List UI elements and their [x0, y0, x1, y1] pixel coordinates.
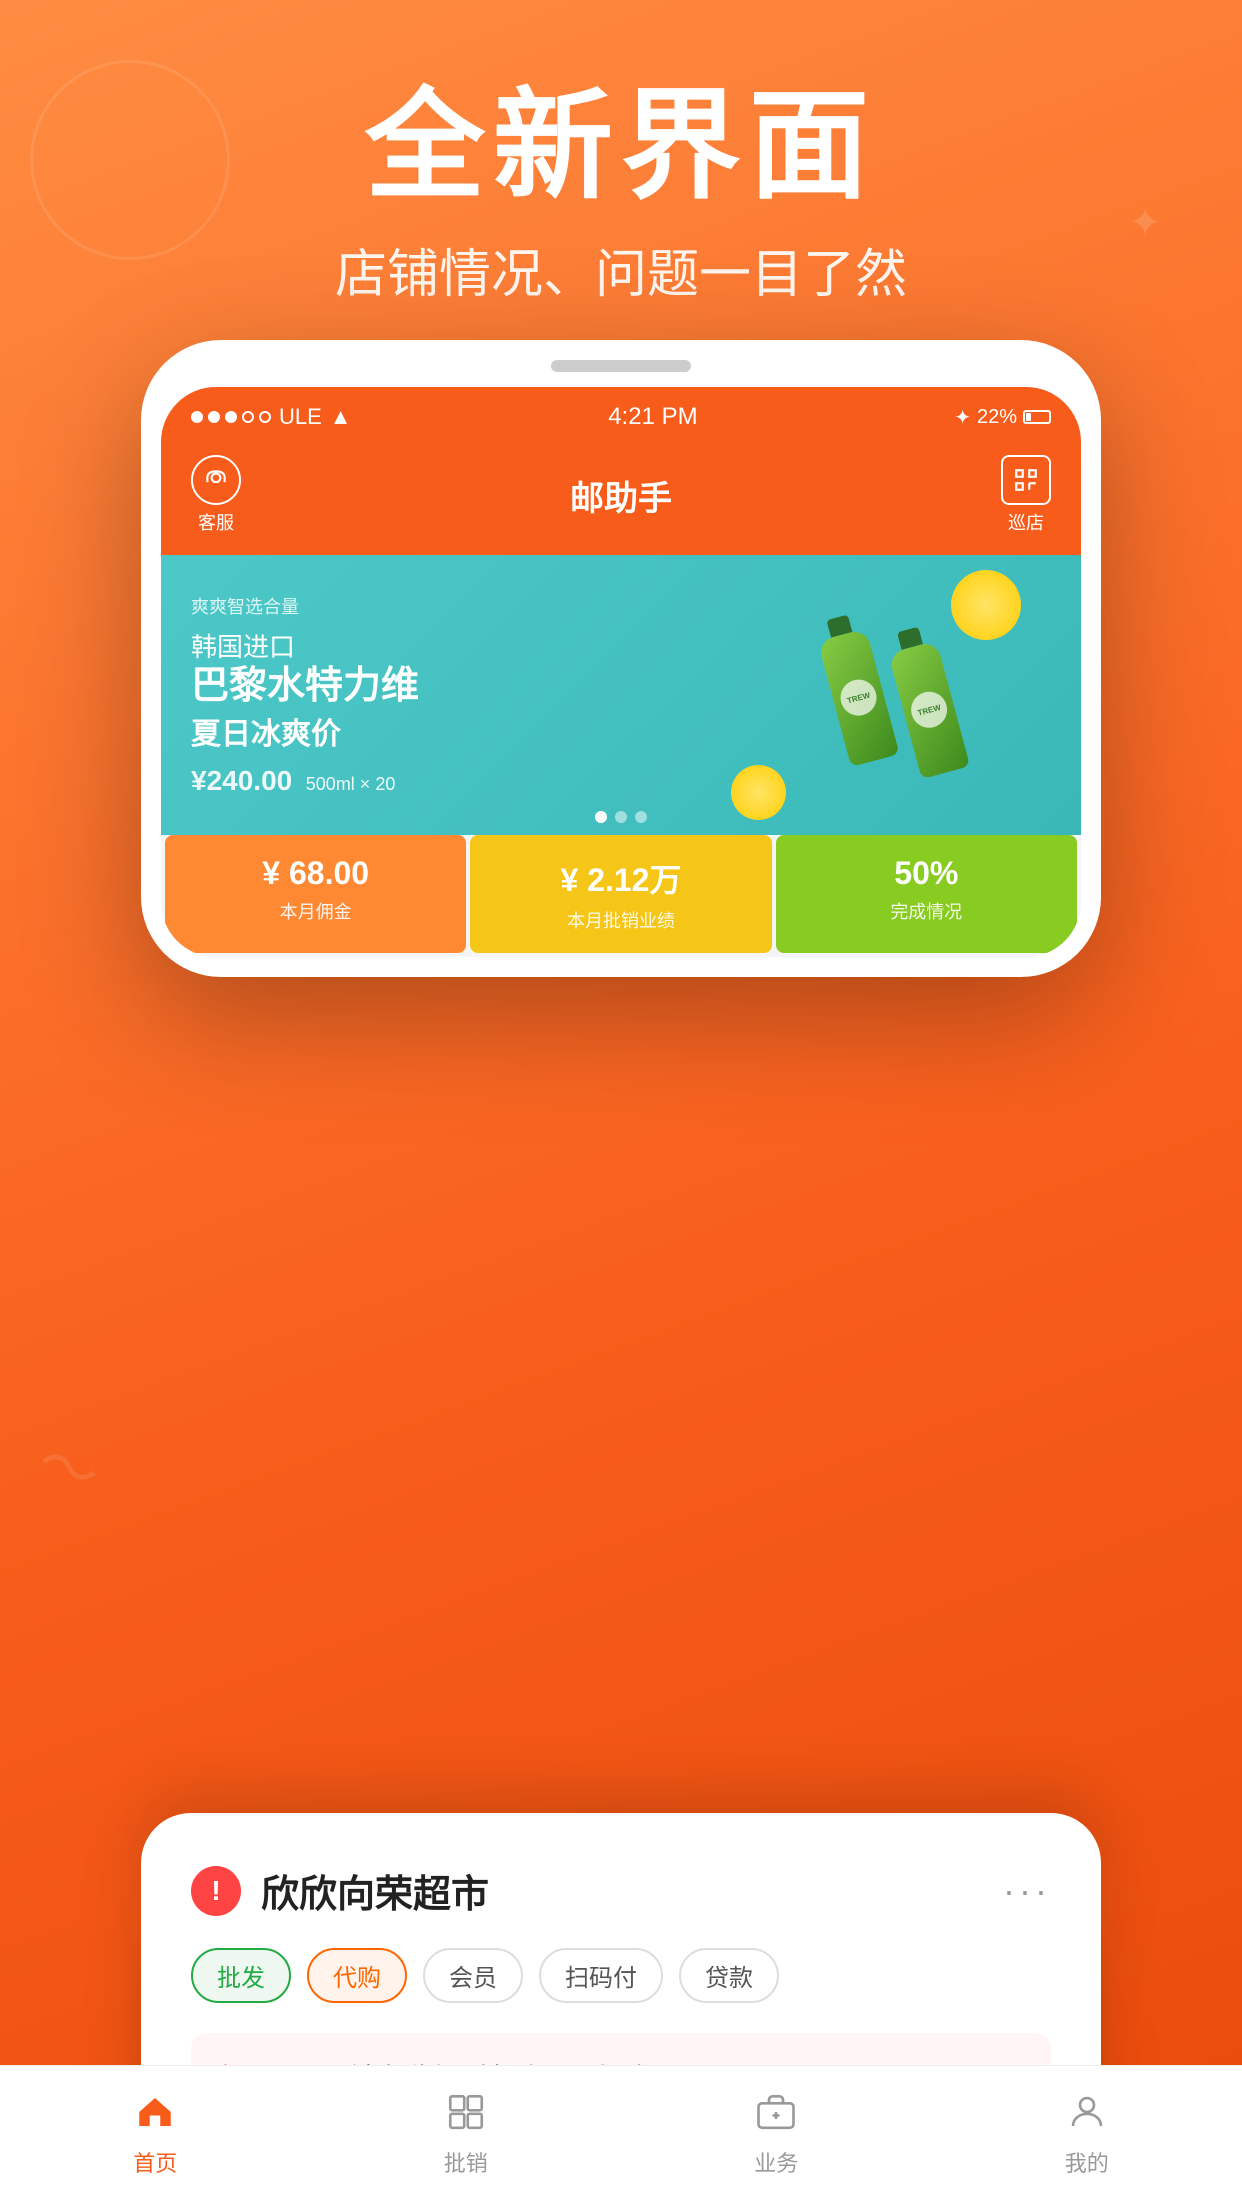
app-header: 客服 邮助手 巡店: [161, 439, 1081, 555]
customer-service-icon: [191, 455, 241, 505]
business-icon: [750, 2086, 802, 2138]
header-section: 全新界面 店铺情况、问题一目了然: [0, 0, 1242, 307]
banner-title-line2: 巴黎水特力维: [191, 664, 1051, 710]
signal-dot-3: [225, 411, 237, 423]
home-icon: [129, 2086, 181, 2138]
batch-icon: [440, 2086, 492, 2138]
banner-price-value: ¥240.00: [191, 765, 292, 796]
header-subtitle: 店铺情况、问题一目了然: [0, 232, 1242, 307]
banner-title-line1: 韩国进口: [191, 627, 1051, 664]
completion-card[interactable]: 50% 完成情况: [776, 835, 1077, 953]
sales-label: 本月批销业绩: [486, 907, 755, 933]
commission-value: ¥ 68.00: [181, 855, 450, 892]
banner-left-content: 爽爽智选合量 韩国进口 巴黎水特力维 夏日冰爽价 ¥240.00 500ml ×…: [191, 593, 1051, 798]
tab-home-label: 首页: [133, 2146, 177, 2178]
scan-icon: [1001, 455, 1051, 505]
status-left: ULE ▲: [191, 404, 352, 430]
store-tag-row: 批发 代购 会员 扫码付 贷款: [191, 1948, 1051, 2003]
product-banner[interactable]: 爽爽智选合量 韩国进口 巴黎水特力维 夏日冰爽价 ¥240.00 500ml ×…: [161, 555, 1081, 835]
tab-profile-label: 我的: [1065, 2146, 1109, 2178]
sales-value: ¥ 2.12万: [486, 855, 755, 901]
phone-mockup-container: ULE ▲ 4:21 PM ✦ 22%: [141, 340, 1101, 977]
banner-dot-1: [595, 811, 607, 823]
banner-dot-3: [635, 811, 647, 823]
status-right: ✦ 22%: [954, 405, 1051, 430]
tag-wholesale[interactable]: 批发: [191, 1948, 291, 2003]
completion-value: 50%: [792, 855, 1061, 892]
tab-profile[interactable]: 我的: [1061, 2086, 1113, 2178]
carrier-name: ULE: [279, 404, 322, 430]
commission-label: 本月佣金: [181, 898, 450, 924]
battery-percent: 22%: [977, 406, 1017, 429]
tag-loan[interactable]: 贷款: [679, 1948, 779, 2003]
tab-business-label: 业务: [754, 2146, 798, 2178]
banner-tag: 爽爽智选合量: [191, 593, 1051, 619]
tag-member[interactable]: 会员: [423, 1948, 523, 2003]
bluetooth-icon: ✦: [954, 405, 971, 430]
store-header: ! 欣欣向荣超市 ···: [191, 1863, 1051, 1918]
stat-cards-row: ¥ 68.00 本月佣金 ¥ 2.12万 本月批销业绩 50% 完成情况: [161, 835, 1081, 957]
tab-business[interactable]: 业务: [750, 2086, 802, 2178]
patrol-store-button[interactable]: 巡店: [1001, 455, 1051, 535]
tag-proxy-purchase[interactable]: 代购: [307, 1948, 407, 2003]
signal-dot-5: [259, 411, 271, 423]
banner-price: ¥240.00 500ml × 20: [191, 765, 1051, 797]
customer-service-label: 客服: [198, 509, 234, 535]
clock: 4:21 PM: [608, 403, 697, 431]
tab-home[interactable]: 首页: [129, 2086, 181, 2178]
banner-dot-2: [615, 811, 627, 823]
battery-icon: [1023, 410, 1051, 424]
wifi-icon: ▲: [330, 404, 352, 430]
signal-dot-1: [191, 411, 203, 423]
bg-decoration-wave: 〜: [27, 1413, 113, 1515]
signal-dots: [191, 411, 271, 423]
tab-wholesale[interactable]: 批销: [440, 2086, 492, 2178]
patrol-store-label: 巡店: [1008, 509, 1044, 535]
completion-label: 完成情况: [792, 898, 1061, 924]
commission-card[interactable]: ¥ 68.00 本月佣金: [165, 835, 466, 953]
banner-dots: [595, 811, 647, 823]
header-title: 全新界面: [0, 80, 1242, 212]
more-menu-button[interactable]: ···: [1003, 1870, 1051, 1912]
customer-service-button[interactable]: 客服: [191, 455, 241, 535]
signal-dot-2: [208, 411, 220, 423]
app-title: 邮助手: [570, 471, 672, 520]
profile-icon: [1061, 2086, 1113, 2138]
store-title-row: ! 欣欣向荣超市: [191, 1863, 489, 1918]
alert-icon: !: [191, 1866, 241, 1916]
store-name: 欣欣向荣超市: [261, 1863, 489, 1918]
tab-wholesale-label: 批销: [444, 2146, 488, 2178]
phone-screen: ULE ▲ 4:21 PM ✦ 22%: [161, 387, 1081, 957]
status-bar: ULE ▲ 4:21 PM ✦ 22%: [161, 387, 1081, 439]
banner-title-line3: 夏日冰爽价: [191, 709, 1051, 753]
sales-card[interactable]: ¥ 2.12万 本月批销业绩: [470, 835, 771, 953]
signal-dot-4: [242, 411, 254, 423]
phone-mockup: ULE ▲ 4:21 PM ✦ 22%: [141, 340, 1101, 977]
tag-scan-pay[interactable]: 扫码付: [539, 1948, 663, 2003]
phone-notch: [551, 360, 691, 372]
banner-price-unit: 500ml × 20: [306, 774, 396, 794]
tab-bar: 首页 批销 业务: [0, 2065, 1242, 2208]
